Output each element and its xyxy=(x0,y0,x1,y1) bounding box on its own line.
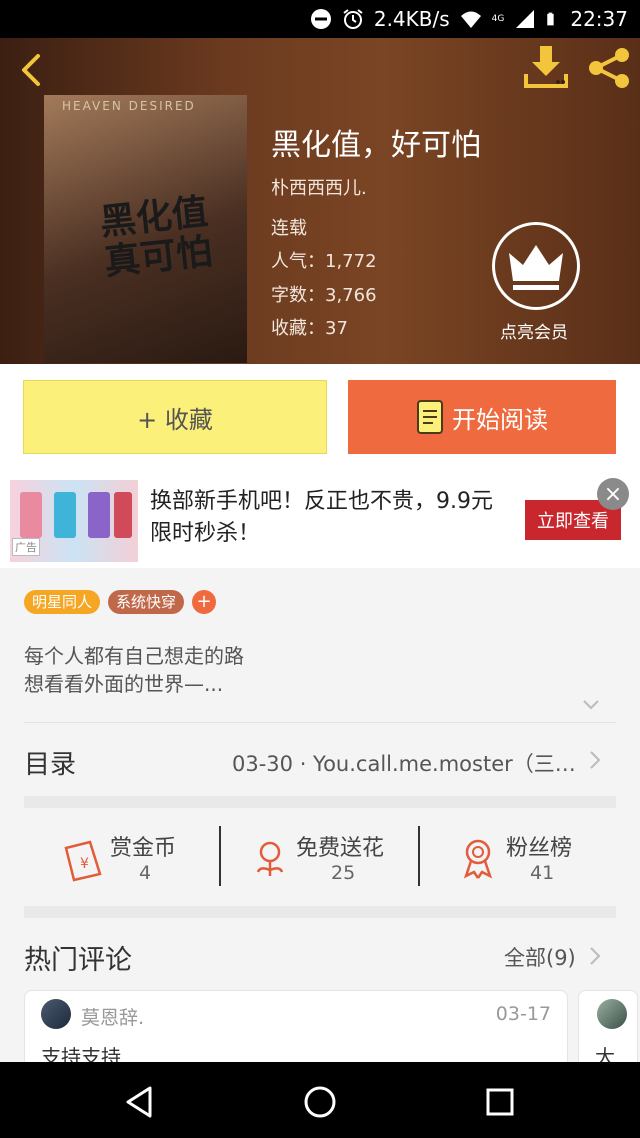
recents-square-icon[interactable] xyxy=(480,1082,520,1122)
stat-value: 4 xyxy=(139,862,152,884)
stat-value: 25 xyxy=(331,862,356,884)
book-icon xyxy=(417,400,443,434)
favorites-value: 37 xyxy=(325,318,348,339)
stat-label: 粉丝榜 xyxy=(506,836,573,861)
all-comments-link[interactable]: 全部(9) xyxy=(504,942,576,972)
collect-button[interactable]: + 收藏 xyxy=(23,380,327,454)
flower-icon xyxy=(256,841,284,876)
vip-label: 点亮会员 xyxy=(500,323,568,343)
back-triangle-icon[interactable] xyxy=(120,1082,160,1122)
stat-free-flowers[interactable]: 免费送花 25 xyxy=(250,826,420,886)
comment-date: 03-17 xyxy=(495,1003,551,1025)
vertical-divider xyxy=(418,826,420,886)
book-cover: HEAVEN DESIRED 黑化值 真可怕 xyxy=(44,95,247,363)
cover-header-text: HEAVEN DESIRED xyxy=(62,99,196,113)
medal-icon xyxy=(463,839,493,879)
action-bar: + 收藏 开始阅读 xyxy=(0,364,640,472)
phone-red xyxy=(114,492,132,538)
tag-system-transmigration[interactable]: 系统快穿 xyxy=(108,590,185,614)
download-icon[interactable] xyxy=(522,44,570,90)
stat-value: 41 xyxy=(530,862,555,884)
book-title: 黑化值，好可怕 xyxy=(271,128,481,163)
home-circle-icon[interactable] xyxy=(300,1082,340,1122)
tag-star-fanfic[interactable]: 明星同人 xyxy=(24,590,101,614)
stat-reward-coins[interactable]: ¥ 赏金币 4 xyxy=(60,826,210,886)
close-icon[interactable]: × xyxy=(597,478,629,510)
ad-banner[interactable]: 广告 换部新手机吧！反正也不贵，9.9元限时秒杀！ 立即查看 × xyxy=(0,472,640,568)
start-reading-label: 开始阅读 xyxy=(452,405,548,434)
stat-label: 赏金币 xyxy=(110,836,177,861)
popularity-label: 人气： xyxy=(271,251,325,272)
status-bar: 2.4KB/s 4G 22:37 xyxy=(0,0,640,38)
network-type: 4G xyxy=(491,14,505,24)
toc-label[interactable]: 目录 xyxy=(24,744,76,781)
add-tag-button[interactable]: + xyxy=(192,590,217,614)
dnd-icon xyxy=(310,9,331,29)
comment-card[interactable]: 大 xyxy=(578,990,638,1070)
chevron-right-icon[interactable] xyxy=(588,750,602,770)
word-count-value: 3,766 xyxy=(325,285,377,306)
avatar[interactable] xyxy=(41,999,71,1029)
wifi-icon xyxy=(460,11,481,28)
divider xyxy=(24,722,616,723)
ad-text: 换部新手机吧！反正也不贵，9.9元限时秒杀！ xyxy=(150,489,493,546)
crown-icon xyxy=(509,245,563,290)
clock: 22:37 xyxy=(570,7,628,31)
alarm-icon xyxy=(343,9,363,29)
back-icon[interactable] xyxy=(12,50,52,90)
comment-user[interactable]: 莫恩辞. xyxy=(81,1003,144,1030)
phone-cyan xyxy=(54,492,76,538)
red-envelope-icon: ¥ xyxy=(64,840,102,882)
ad-tag: 广告 xyxy=(12,538,40,556)
comment-card[interactable]: 莫恩辞. 03-17 支持支持 xyxy=(24,990,568,1070)
start-reading-button[interactable]: 开始阅读 xyxy=(348,380,616,454)
book-status: 连载 xyxy=(271,218,307,239)
vertical-divider xyxy=(219,826,221,886)
latest-chapter[interactable]: 03-30 · You.call.me.moster（三… xyxy=(232,748,582,778)
favorites-label: 收藏： xyxy=(271,318,325,339)
description-line-1: 每个人都有自己想走的路 xyxy=(24,644,244,668)
network-speed: 2.4KB/s xyxy=(373,7,450,31)
book-popularity: 人气：1,772 xyxy=(271,247,377,273)
chevron-down-icon[interactable] xyxy=(582,698,600,712)
signal-icon xyxy=(516,10,535,28)
chevron-right-icon[interactable] xyxy=(588,946,602,966)
book-description[interactable]: 每个人都有自己想走的路 想看看外面的世界—... xyxy=(24,642,244,698)
description-line-2: 想看看外面的世界—... xyxy=(24,672,224,696)
vip-button[interactable] xyxy=(492,222,580,310)
cover-title: 黑化值 真可怕 xyxy=(98,190,215,284)
word-count-label: 字数： xyxy=(271,285,325,306)
phone-pink xyxy=(20,492,42,538)
svg-text:¥: ¥ xyxy=(80,856,89,872)
book-favorites: 收藏：37 xyxy=(271,314,348,340)
book-author[interactable]: 朴西西西儿. xyxy=(271,174,367,200)
book-word-count: 字数：3,766 xyxy=(271,281,377,307)
book-header: HEAVEN DESIRED 黑化值 真可怕 黑化值，好可怕 朴西西西儿. 连载… xyxy=(0,38,640,364)
section-separator xyxy=(24,796,616,808)
status-icons: 2.4KB/s 4G 22:37 xyxy=(310,0,628,38)
avatar[interactable] xyxy=(597,999,627,1029)
share-icon[interactable] xyxy=(586,46,632,90)
system-nav-bar xyxy=(0,1062,640,1138)
hot-comments-title: 热门评论 xyxy=(24,945,132,976)
phone-purple xyxy=(88,492,110,538)
stat-fan-ranking[interactable]: 粉丝榜 41 xyxy=(460,826,590,886)
popularity-value: 1,772 xyxy=(325,251,377,272)
section-separator xyxy=(24,906,616,918)
tag-list: 明星同人 系统快穿 + xyxy=(24,590,217,614)
stat-label: 免费送花 xyxy=(296,836,385,861)
battery-icon xyxy=(547,12,554,26)
